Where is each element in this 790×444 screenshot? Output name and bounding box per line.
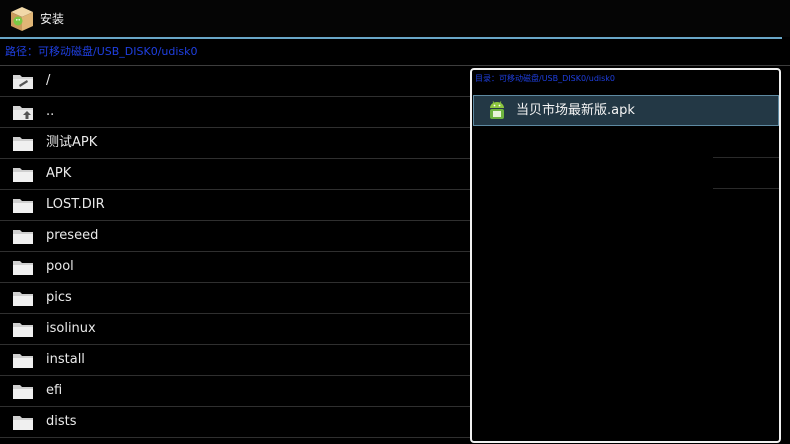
path-bar: 路径：可移动磁盘/USB_DISK0/udisk0 (5, 45, 198, 59)
list-item[interactable]: pics (0, 283, 470, 314)
window-title: 安装 (40, 12, 65, 26)
folder-name: isolinux (46, 321, 96, 336)
list-divider (713, 188, 779, 189)
folder-name: .. (46, 104, 55, 119)
folder-name: LOST.DIR (46, 197, 105, 212)
folder-icon (13, 354, 33, 368)
title-bar: 安装 (0, 0, 790, 37)
folder-list: / .. 测试APK APK LOST.DIR preseed pool pic… (0, 66, 470, 444)
list-item[interactable]: preseed (0, 221, 470, 252)
list-item[interactable]: install (0, 345, 470, 376)
folder-name: APK (46, 166, 72, 181)
folder-name: / (46, 73, 51, 88)
folder-icon (13, 261, 33, 275)
android-apk-icon (490, 101, 504, 119)
folder-icon (13, 199, 33, 213)
list-item-parent[interactable]: .. (0, 97, 470, 128)
folder-icon (13, 416, 33, 430)
list-item[interactable]: isolinux (0, 314, 470, 345)
folder-name: install (46, 352, 85, 367)
list-item[interactable]: APK (0, 159, 470, 190)
list-divider (713, 157, 779, 158)
folder-name: dists (46, 414, 77, 429)
folder-icon (13, 323, 33, 337)
folder-up-icon (13, 106, 33, 120)
folder-icon (13, 137, 33, 151)
list-item[interactable]: LOST.DIR (0, 190, 470, 221)
path-label: 路径： (5, 45, 38, 58)
apk-list-item-selected[interactable]: 当贝市场最新版.apk (473, 95, 779, 126)
folder-icon (13, 230, 33, 244)
list-item[interactable]: efi (0, 376, 470, 407)
list-item-root[interactable]: / (0, 66, 470, 97)
path-value: 可移动磁盘/USB_DISK0/udisk0 (38, 45, 198, 58)
folder-root-icon (13, 75, 33, 89)
apk-panel: 目录：可移动磁盘/USB_DISK0/udisk0 当贝市场最新版.apk (470, 68, 781, 443)
apk-panel-header: 目录：可移动磁盘/USB_DISK0/udisk0 (475, 74, 616, 83)
folder-icon (13, 168, 33, 182)
folder-name: 测试APK (46, 135, 98, 150)
list-item[interactable]: dists (0, 407, 470, 438)
folder-icon (13, 292, 33, 306)
folder-name: pics (46, 290, 72, 305)
folder-name: pool (46, 259, 74, 274)
list-item[interactable]: 测试APK (0, 128, 470, 159)
apk-file-name: 当贝市场最新版.apk (516, 103, 635, 118)
folder-icon (13, 385, 33, 399)
title-divider (0, 37, 782, 39)
folder-name: preseed (46, 228, 99, 243)
list-item[interactable]: pool (0, 252, 470, 283)
package-box-icon (11, 7, 33, 31)
folder-name: efi (46, 383, 63, 398)
